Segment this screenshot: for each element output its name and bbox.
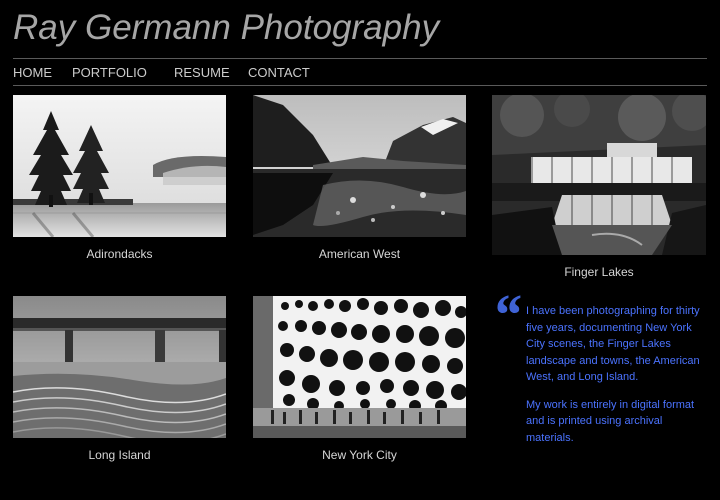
landscape-photo-bridge-beach-icon (13, 296, 226, 438)
gallery-caption-american-west[interactable]: American West (253, 247, 466, 261)
gallery-caption-long-island[interactable]: Long Island (13, 448, 226, 462)
nav-resume[interactable]: RESUME (174, 65, 230, 80)
site-title: Ray Germann Photography (13, 8, 440, 47)
nav-portfolio[interactable]: PORTFOLIO (72, 65, 147, 80)
landscape-photo-mountain-reflection-icon (253, 95, 466, 237)
quote-mark-icon: “ (492, 282, 521, 347)
gallery-caption-finger-lakes[interactable]: Finger Lakes (492, 265, 706, 279)
bio-paragraph-1: I have been photographing for thirty fiv… (526, 305, 700, 383)
gallery-thumb-finger-lakes[interactable] (492, 95, 706, 255)
nav-contact[interactable]: CONTACT (248, 65, 310, 80)
gallery-thumb-long-island[interactable] (13, 296, 226, 438)
header-divider-top (13, 58, 707, 59)
gallery-thumb-adirondacks[interactable] (13, 95, 226, 237)
bio-text: I have been photographing for thirty fiv… (526, 303, 711, 457)
nav-home[interactable]: HOME (13, 65, 52, 80)
gallery-caption-adirondacks[interactable]: Adirondacks (13, 247, 226, 261)
landscape-photo-trees-lake-icon (13, 95, 226, 237)
page: Ray Germann Photography HOME PORTFOLIO R… (0, 0, 720, 500)
gallery-caption-new-york-city[interactable]: New York City (253, 448, 466, 462)
landscape-photo-waterfall-icon (492, 95, 706, 255)
gallery-thumb-american-west[interactable] (253, 95, 466, 237)
gallery-thumb-new-york-city[interactable] (253, 296, 466, 438)
bio-paragraph-2: My work is entirely in digital format an… (526, 398, 695, 444)
cityscape-photo-polka-dot-building-icon (253, 296, 466, 438)
header-divider-bottom (13, 85, 707, 86)
